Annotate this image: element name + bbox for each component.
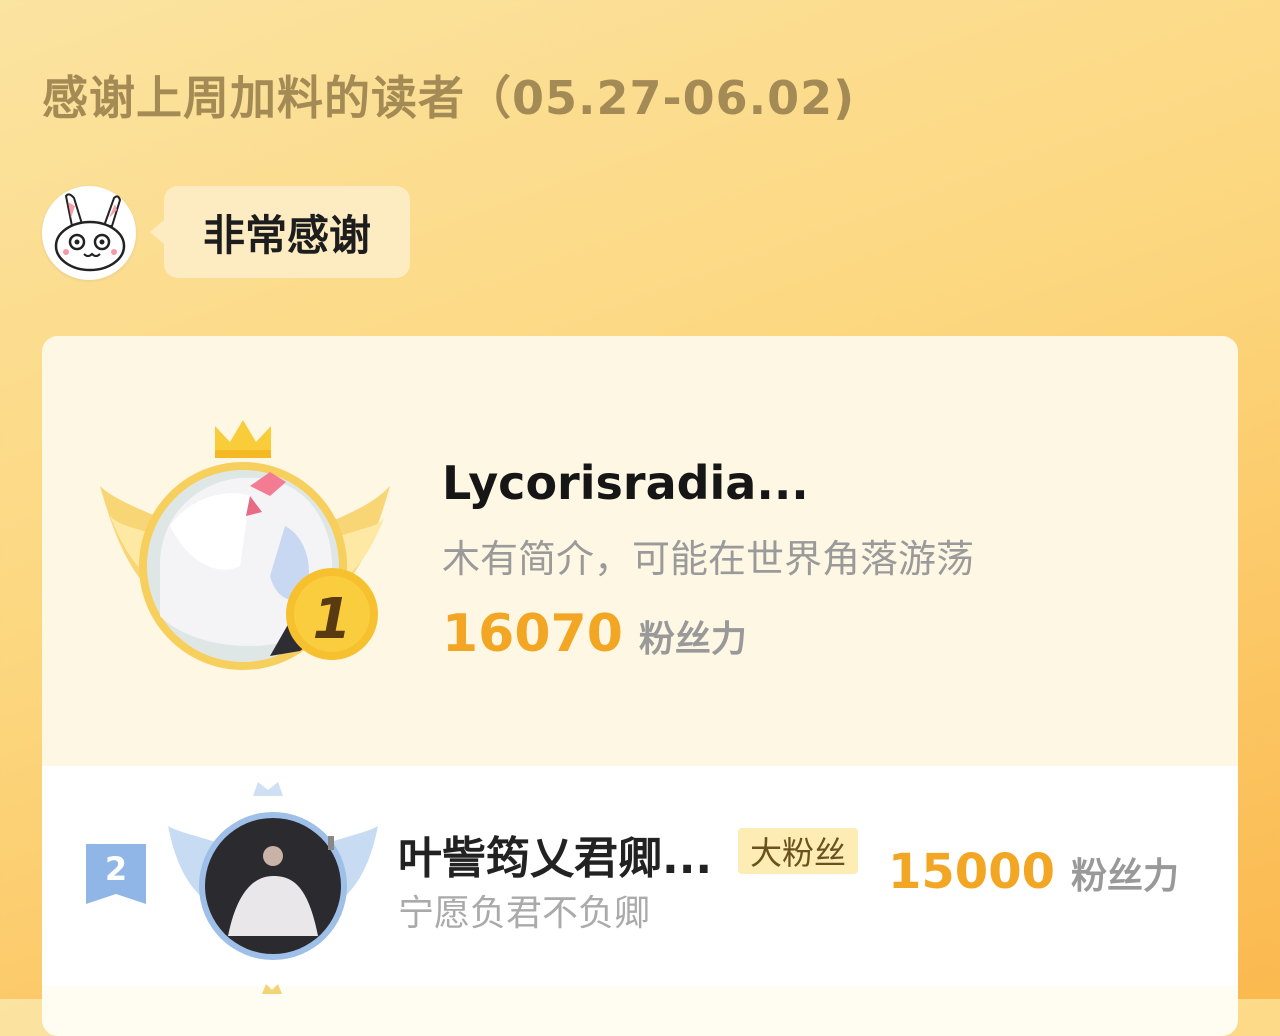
first-place-name[interactable]: Lycorisradia... xyxy=(442,456,809,510)
second-place-score-unit: 粉丝力 xyxy=(1071,856,1180,897)
second-place-score: 15000 xyxy=(888,844,1055,900)
rank-2-badge: 2 xyxy=(86,844,146,904)
crown-icon xyxy=(215,420,271,458)
bunny-mascot-icon xyxy=(42,186,136,280)
first-place-score: 16070 xyxy=(442,604,623,664)
first-place-bio: 木有简介，可能在世界角落游荡 xyxy=(442,537,975,581)
leaderboard-card: 1 Lycorisradia... 木有简介，可能在世界角落游荡 16070 粉… xyxy=(42,336,1238,1036)
thanks-bubble: 非常感谢 xyxy=(150,186,410,278)
next-rank-emblem-hint xyxy=(262,984,282,994)
second-place-row[interactable]: 2 叶訾筠乂君卿... 大粉丝 宁愿负君不负卿 15000 粉丝力 xyxy=(42,766,1238,986)
second-place-score-row: 15000 粉丝力 xyxy=(888,844,1179,900)
rank-2-number: 2 xyxy=(105,850,127,888)
first-place-score-row: 16070 粉丝力 xyxy=(442,604,747,664)
rank-1-number: 1 xyxy=(313,587,352,652)
first-place-row[interactable]: 1 Lycorisradia... 木有简介，可能在世界角落游荡 16070 粉… xyxy=(42,336,1238,766)
second-place-bio: 宁愿负君不负卿 xyxy=(398,893,651,934)
page-title: 感谢上周加料的读者（05.27-06.02) xyxy=(42,71,856,125)
rank-2-emblem xyxy=(168,782,378,960)
second-place-name[interactable]: 叶訾筠乂君卿... xyxy=(398,822,712,886)
rank-1-emblem: 1 xyxy=(100,420,390,670)
big-fan-tag: 大粉丝 xyxy=(738,828,859,874)
first-place-score-unit: 粉丝力 xyxy=(638,619,747,660)
